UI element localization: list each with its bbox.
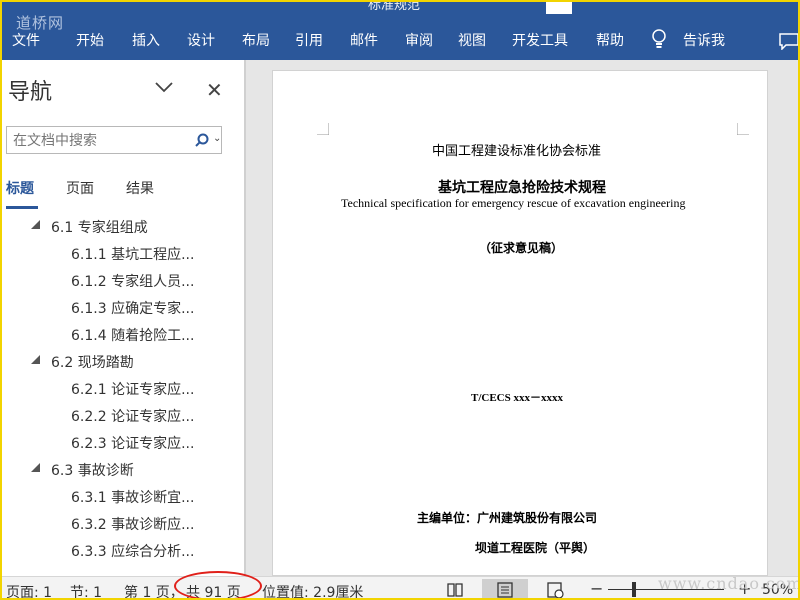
nav-tab[interactable]: 标题 <box>6 178 34 198</box>
web-layout-button[interactable] <box>532 579 578 598</box>
tree-item[interactable]: 6.1.2 专家组人员... <box>71 271 194 295</box>
tree-item[interactable]: 6.3.3 应综合分析... <box>71 541 194 565</box>
zoom-slider-thumb[interactable] <box>632 582 636 597</box>
tree-item[interactable]: 6.2.3 论证专家应... <box>71 433 194 457</box>
lightbulb-icon[interactable] <box>650 28 668 50</box>
tree-item-label: 6.1.2 专家组人员... <box>71 274 195 290</box>
ribbon-tab[interactable]: 引用 <box>295 30 323 50</box>
print-layout-button[interactable] <box>482 579 528 598</box>
nav-pane-title: 导航 <box>8 80 53 105</box>
ribbon-tab[interactable]: 帮助 <box>596 30 624 50</box>
doc-chief-unit: 广州建筑股份有限公司 <box>477 511 598 525</box>
book-icon <box>447 583 463 597</box>
tree-item-label: 6.3.1 事故诊断宜... <box>71 490 195 506</box>
page-icon <box>497 582 513 598</box>
tree-item-label: 6.2.1 论证专家应... <box>71 382 195 398</box>
tree-item[interactable]: 6.3.1 事故诊断宜... <box>71 487 194 511</box>
ribbon-tab[interactable]: 设计 <box>187 30 215 50</box>
web-layout-icon <box>547 582 564 598</box>
zoom-out-button[interactable]: − <box>590 579 603 598</box>
doc-title-en: Technical specification for emergency re… <box>341 196 686 210</box>
expand-triangle-icon[interactable] <box>31 355 40 364</box>
crop-mark <box>737 123 749 135</box>
tree-item-label: 6.1 专家组组成 <box>51 220 148 236</box>
search-icon[interactable] <box>195 133 209 147</box>
highlight-circle <box>174 571 262 598</box>
nav-tab[interactable]: 结果 <box>126 178 154 198</box>
ribbon-tab[interactable]: 插入 <box>132 30 160 50</box>
window-title: 标准规范 <box>368 0 421 13</box>
screenshot-frame: 标准规范 道桥网 文件 开始 插入 设计 布局 引用 邮件 审阅 视图 开发工具 帮助 告诉我 导航 … <box>0 0 800 600</box>
tree-item-label: 6.1.3 应确定专家... <box>71 301 195 317</box>
tree-item[interactable]: 6.2 现场踏勘 <box>31 352 134 376</box>
tree-item[interactable]: 6.1.4 随着抢险工... <box>71 325 194 349</box>
chevron-down-icon[interactable] <box>154 80 174 94</box>
search-options-dropdown[interactable]: ⌄ <box>213 133 221 144</box>
tree-item-label: 6.2 现场踏勘 <box>51 355 134 371</box>
tree-item-label: 6.2.3 论证专家应... <box>71 436 195 452</box>
tree-item[interactable]: 6.2.1 论证专家应... <box>71 379 194 403</box>
crop-mark <box>317 123 329 135</box>
close-icon[interactable]: ✕ <box>206 78 223 102</box>
doc-draft-label: （征求意见稿） <box>479 241 564 255</box>
ribbon-tab[interactable]: 开始 <box>76 30 104 50</box>
tree-item[interactable]: 6.1.3 应确定专家... <box>71 298 194 322</box>
search-input[interactable] <box>11 130 185 152</box>
tree-item[interactable]: 6.3 事故诊断 <box>31 460 134 484</box>
comment-icon[interactable] <box>778 32 800 50</box>
tree-item[interactable]: 6.1.1 基坑工程应... <box>71 244 194 268</box>
tree-item[interactable]: 6.3.2 事故诊断应... <box>71 514 194 538</box>
status-section[interactable]: 节: 1 <box>70 582 102 598</box>
expand-triangle-icon[interactable] <box>31 220 40 229</box>
status-position[interactable]: 位置值: 2.9厘米 <box>262 582 363 598</box>
tree-item-label: 6.3.3 应综合分析... <box>71 544 195 560</box>
ribbon-tab[interactable]: 邮件 <box>350 30 378 50</box>
active-tab-indicator <box>6 206 38 209</box>
tree-item-label: 6.2.2 论证专家应... <box>71 409 195 425</box>
ribbon-tab[interactable]: 视图 <box>458 30 486 50</box>
read-mode-button[interactable] <box>432 579 478 598</box>
ribbon-tab[interactable]: 布局 <box>242 30 270 50</box>
tree-item-label: 6.1.4 随着抢险工... <box>71 328 195 344</box>
ribbon-tab[interactable]: 开发工具 <box>512 30 568 50</box>
doc-second-unit: 坝道工程医院（平舆） <box>475 541 596 555</box>
ribbon: 标准规范 道桥网 文件 开始 插入 设计 布局 引用 邮件 审阅 视图 开发工具 帮助 告诉我 <box>2 0 800 60</box>
tree-item[interactable]: 6.2.2 论证专家应... <box>71 406 194 430</box>
status-page[interactable]: 页面: 1 <box>6 582 52 598</box>
nav-tab[interactable]: 页面 <box>66 178 94 198</box>
nav-search-box[interactable]: ⌄ <box>6 126 222 154</box>
tree-item-label: 6.3.2 事故诊断应... <box>71 517 195 533</box>
ribbon-tab[interactable]: 审阅 <box>405 30 433 50</box>
tree-item-label: 6.1.1 基坑工程应... <box>71 247 195 263</box>
site-watermark: www.cndao.com <box>658 574 800 593</box>
tree-item-label: 6.3 事故诊断 <box>51 463 134 479</box>
doc-chief-unit-label: 主编单位： <box>417 511 478 525</box>
tree-item[interactable]: 6.1 专家组组成 <box>31 217 148 241</box>
doc-code: T/CECS xxx－xxxx <box>471 392 563 404</box>
ribbon-tab[interactable]: 告诉我 <box>683 30 725 50</box>
doc-title-cn: 基坑工程应急抢险技术规程 <box>438 181 606 196</box>
doc-org-line: 中国工程建设标准化协会标准 <box>432 143 602 158</box>
expand-triangle-icon[interactable] <box>31 463 40 472</box>
title-bar-box <box>546 2 572 14</box>
ribbon-tab[interactable]: 文件 <box>12 30 40 50</box>
